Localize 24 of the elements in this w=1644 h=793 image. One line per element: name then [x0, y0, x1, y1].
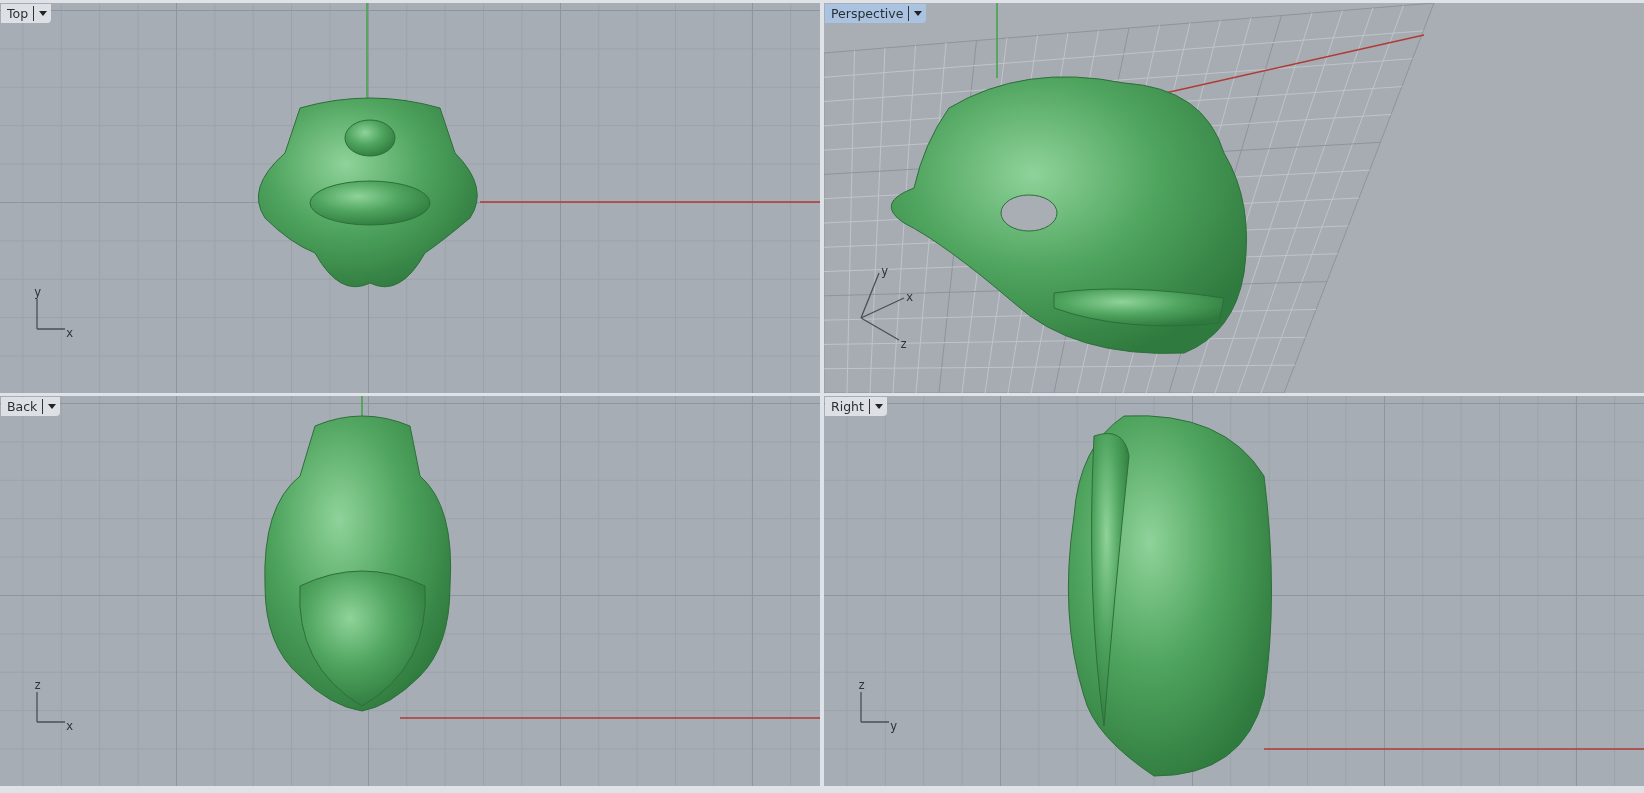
axis-label: x	[906, 290, 914, 304]
skull-model-drawing[interactable]	[890, 76, 1247, 354]
viewport-tab[interactable]: Right	[825, 397, 887, 416]
viewport-tab[interactable]: Back	[1, 397, 61, 416]
caret-icon[interactable]	[39, 11, 48, 16]
axis-triad-icon	[860, 691, 890, 723]
caret-icon[interactable]	[874, 404, 883, 409]
axis-label: y	[34, 285, 42, 299]
axis-label: x	[66, 719, 74, 733]
axis-label: z	[858, 678, 866, 692]
axis-triad-icon	[36, 691, 66, 723]
axis-label: z	[900, 337, 908, 351]
caret-icon[interactable]	[48, 404, 57, 409]
skull-model-drawing[interactable]	[1067, 415, 1272, 777]
viewport-tab[interactable]: Perspective	[825, 4, 927, 23]
axis-label: z	[34, 678, 42, 692]
viewport-tab[interactable]: Top	[1, 4, 52, 23]
axis-triad-icon	[36, 298, 66, 330]
axis-label: y	[881, 264, 889, 278]
caret-icon[interactable]	[914, 11, 923, 16]
axis-label: x	[66, 326, 74, 340]
axis-label: y	[890, 719, 898, 733]
skull-model-drawing[interactable]	[257, 97, 478, 288]
skull-model-drawing[interactable]	[264, 415, 452, 712]
